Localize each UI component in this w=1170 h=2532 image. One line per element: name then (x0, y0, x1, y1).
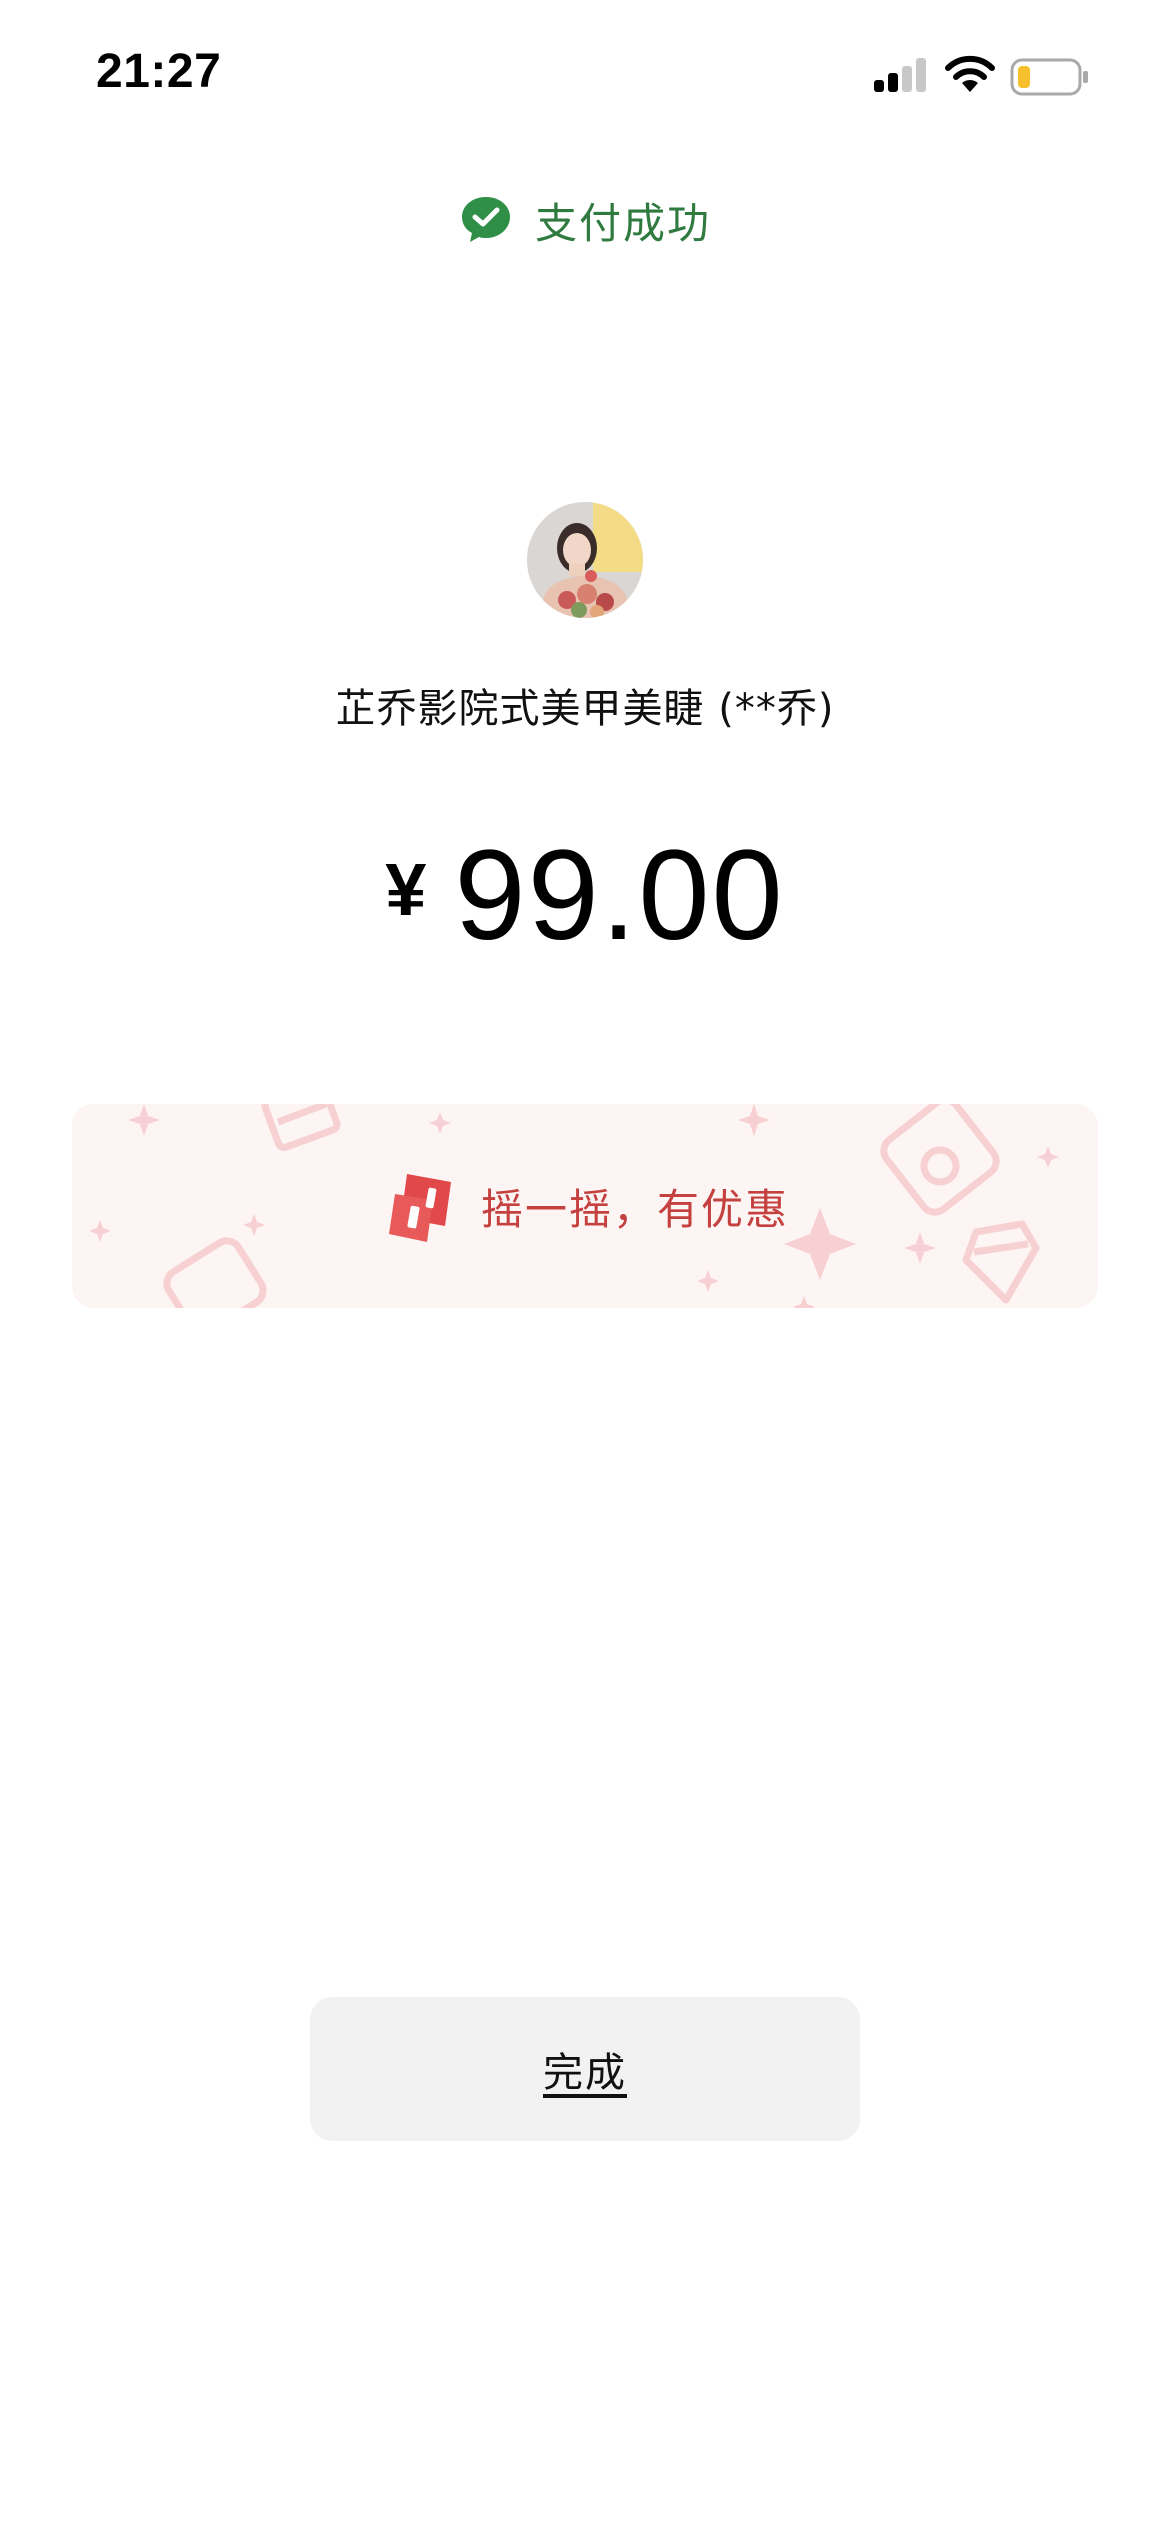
avatar (527, 502, 643, 618)
status-bar: 21:27 (0, 0, 1170, 150)
payment-success-title: 支付成功 (534, 198, 711, 248)
amount-value: 99.00 (454, 824, 785, 967)
payment-amount: ¥ 99.00 (0, 830, 1170, 960)
shake-coupon-icon (388, 1174, 451, 1242)
status-icons (874, 52, 1114, 100)
battery-icon (1010, 58, 1088, 96)
payment-success-header: 支付成功 (0, 190, 1170, 250)
done-button[interactable]: 完成 (310, 1997, 860, 2141)
done-button-label: 完成 (543, 2050, 627, 2096)
merchant-name: 芷乔影院式美甲美睫 (**乔) (335, 686, 835, 732)
wechat-pay-icon (461, 197, 510, 242)
shake-promo-text: 摇一摇，有优惠 (480, 1184, 789, 1234)
shake-promo-banner[interactable]: 摇一摇，有优惠 (72, 1104, 1098, 1308)
status-time: 21:27 (96, 45, 222, 98)
shake-promo-content: 摇一摇，有优惠 (72, 1104, 1098, 1308)
signal-icon (874, 58, 926, 92)
wifi-icon (945, 55, 995, 92)
currency-symbol: ¥ (385, 848, 427, 931)
